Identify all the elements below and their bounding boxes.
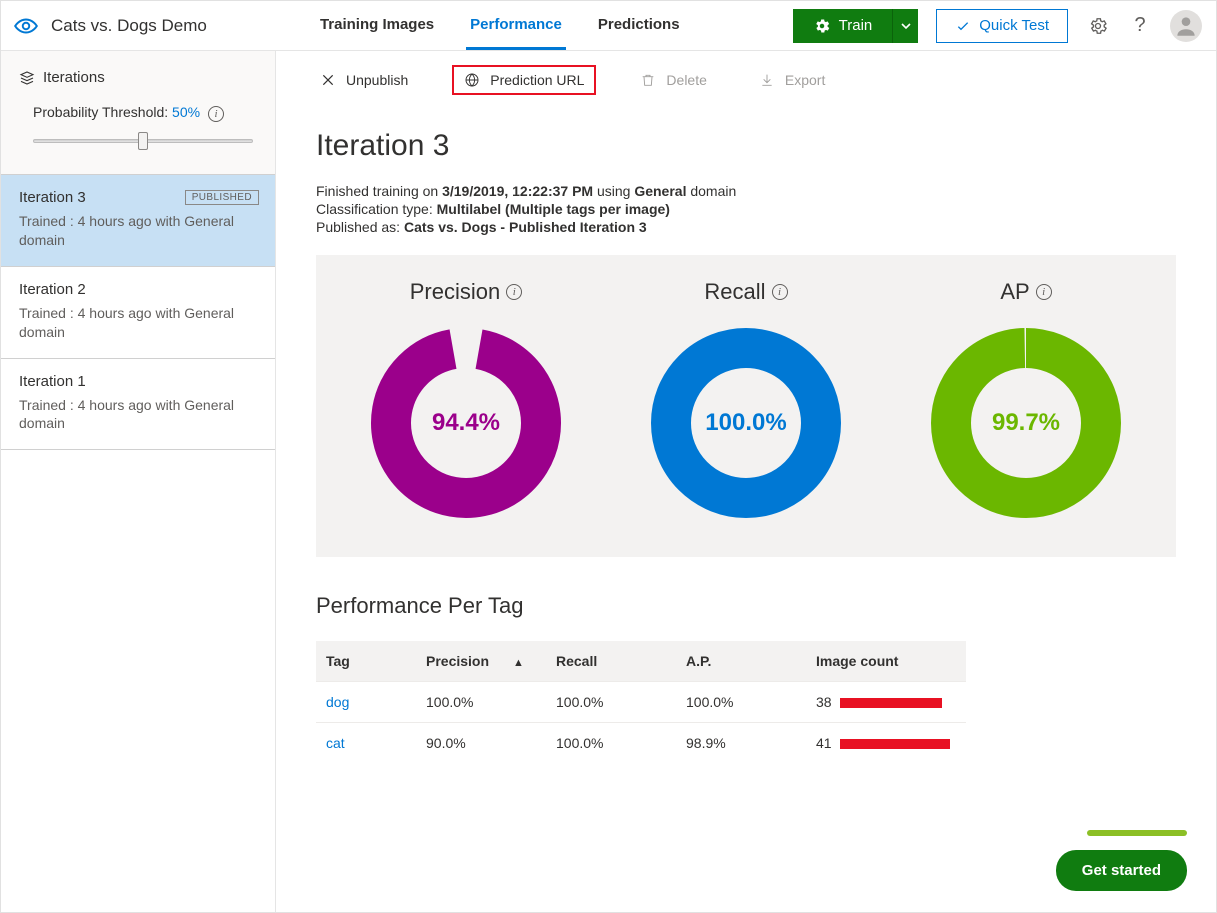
table-row: dog 100.0% 100.0% 100.0% 38	[316, 682, 966, 723]
col-ap[interactable]: A.P.	[676, 641, 806, 682]
training-finished-line: Finished training on 3/19/2019, 12:22:37…	[316, 183, 1176, 199]
quick-test-button[interactable]: Quick Test	[936, 9, 1068, 43]
iteration-name: Iteration 2	[19, 281, 86, 298]
col-recall[interactable]: Recall	[546, 641, 676, 682]
check-icon	[955, 18, 971, 34]
prediction-url-label: Prediction URL	[490, 72, 584, 88]
prediction-url-button[interactable]: Prediction URL	[452, 65, 596, 95]
project-title: Cats vs. Dogs Demo	[51, 16, 207, 36]
settings-button[interactable]	[1086, 14, 1110, 38]
iteration-title: Iteration 3	[316, 129, 1176, 163]
iteration-name: Iteration 1	[19, 373, 86, 390]
download-icon	[759, 72, 775, 88]
tutorial-progress-bar	[1087, 830, 1187, 836]
info-icon[interactable]: i	[772, 284, 788, 300]
threshold-slider[interactable]	[33, 132, 253, 150]
ap-donut: 99.7%	[926, 323, 1126, 523]
threshold-value: 50%	[172, 104, 200, 120]
precision-value: 94.4%	[366, 323, 566, 523]
gears-icon	[813, 17, 831, 35]
recall-label: Recall	[704, 279, 765, 305]
delete-label: Delete	[666, 72, 706, 88]
published-badge: PUBLISHED	[185, 190, 259, 205]
iterations-label: Iterations	[43, 69, 105, 86]
threshold-label: Probability Threshold:	[33, 104, 168, 120]
get-started-button[interactable]: Get started	[1056, 850, 1187, 891]
info-icon[interactable]: i	[208, 106, 224, 122]
performance-table: Tag Precision▲ Recall A.P. Image count d…	[316, 641, 966, 763]
recall-value: 100.0%	[646, 323, 846, 523]
iteration-item-3[interactable]: Iteration 3 PUBLISHED Trained : 4 hours …	[1, 174, 275, 266]
tag-link-cat[interactable]: cat	[326, 735, 345, 751]
sort-asc-icon: ▲	[513, 657, 524, 669]
performance-per-tag-title: Performance Per Tag	[316, 593, 1176, 619]
train-button-label: Train	[839, 17, 873, 34]
tab-predictions[interactable]: Predictions	[594, 1, 684, 50]
precision-label: Precision	[410, 279, 500, 305]
delete-button: Delete	[632, 68, 714, 92]
iteration-name: Iteration 3	[19, 189, 86, 206]
table-row: cat 90.0% 100.0% 98.9% 41	[316, 723, 966, 764]
image-count-bar	[840, 739, 950, 749]
precision-donut: 94.4%	[366, 323, 566, 523]
iteration-subtitle: Trained : 4 hours ago with General domai…	[19, 396, 259, 434]
export-button: Export	[751, 68, 833, 92]
globe-icon	[464, 72, 480, 88]
iteration-subtitle: Trained : 4 hours ago with General domai…	[19, 212, 259, 250]
published-as-line: Published as: Cats vs. Dogs - Published …	[316, 219, 1176, 235]
export-label: Export	[785, 72, 825, 88]
iteration-subtitle: Trained : 4 hours ago with General domai…	[19, 304, 259, 342]
trash-icon	[640, 72, 656, 88]
ap-label: AP	[1000, 279, 1029, 305]
user-avatar[interactable]	[1170, 10, 1202, 42]
tab-performance[interactable]: Performance	[466, 1, 566, 50]
unpublish-button[interactable]: Unpublish	[312, 68, 416, 92]
tab-training-images[interactable]: Training Images	[316, 1, 438, 50]
iterations-icon	[19, 70, 35, 86]
tag-link-dog[interactable]: dog	[326, 694, 349, 710]
col-image-count[interactable]: Image count	[806, 641, 966, 682]
info-icon[interactable]: i	[506, 284, 522, 300]
help-button[interactable]: ?	[1128, 14, 1152, 38]
train-button[interactable]: Train	[793, 9, 893, 43]
col-tag[interactable]: Tag	[316, 641, 416, 682]
unpublish-label: Unpublish	[346, 72, 408, 88]
quick-test-label: Quick Test	[979, 17, 1049, 34]
classification-type-line: Classification type: Multilabel (Multipl…	[316, 201, 1176, 217]
image-count-bar	[840, 698, 950, 708]
col-precision[interactable]: Precision▲	[416, 641, 546, 682]
iteration-item-1[interactable]: Iteration 1 Trained : 4 hours ago with G…	[1, 358, 275, 450]
recall-donut: 100.0%	[646, 323, 846, 523]
close-icon	[320, 72, 336, 88]
ap-value: 99.7%	[926, 323, 1126, 523]
train-dropdown-caret[interactable]	[892, 9, 918, 43]
info-icon[interactable]: i	[1036, 284, 1052, 300]
custom-vision-logo-icon	[7, 13, 45, 39]
iteration-item-2[interactable]: Iteration 2 Trained : 4 hours ago with G…	[1, 266, 275, 358]
